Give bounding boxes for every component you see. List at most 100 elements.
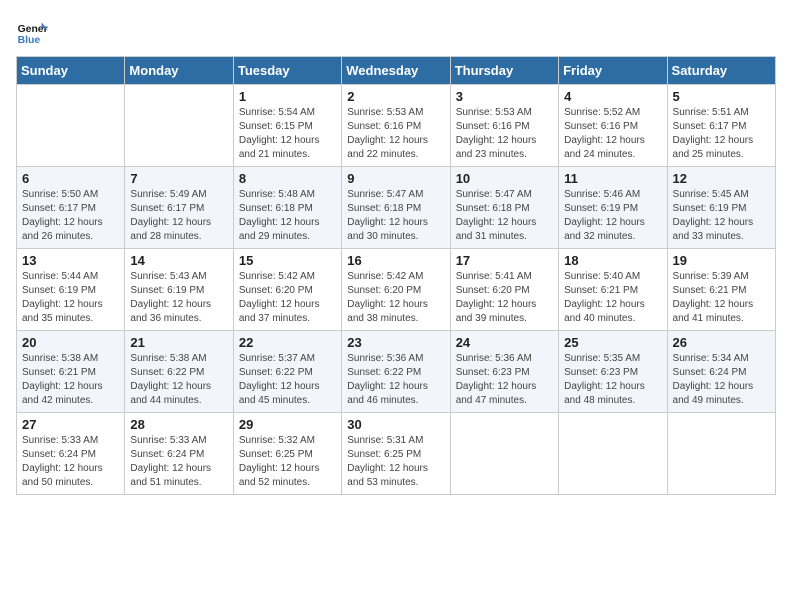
calendar-cell: 6 Sunrise: 5:50 AM Sunset: 6:17 PM Daylig… [17, 167, 125, 249]
day-info: Sunrise: 5:35 AM Sunset: 6:23 PM Dayligh… [564, 352, 661, 408]
weekday-header-friday: Friday [559, 57, 667, 85]
weekday-header-saturday: Saturday [667, 57, 775, 85]
calendar-cell: 8Sunrise: 5:48 AM Sunset: 6:18 PM Daylig… [233, 167, 341, 249]
calendar-cell: 29 Sunrise: 5:32 AM Sunset: 6:25 PM Dayli… [233, 413, 341, 495]
day-info: Sunrise: 5:33 AM Sunset: 6:24 PM Dayligh… [22, 434, 119, 490]
day-number: 26 [673, 335, 770, 350]
day-info: Sunrise: 5:44 AM Sunset: 6:19 PM Dayligh… [22, 270, 119, 326]
calendar-cell: 9 Sunrise: 5:47 AM Sunset: 6:18 PM Daylig… [342, 167, 450, 249]
day-info: Sunrise: 5:36 AM Sunset: 6:23 PM Dayligh… [456, 352, 553, 408]
day-info: Sunrise: 5:49 AM Sunset: 6:17 PM Dayligh… [130, 188, 227, 244]
weekday-header-wednesday: Wednesday [342, 57, 450, 85]
calendar-cell: 2Sunrise: 5:53 AM Sunset: 6:16 PM Daylig… [342, 85, 450, 167]
day-info: Sunrise: 5:53 AM Sunset: 6:16 PM Dayligh… [456, 106, 553, 162]
day-info: Sunrise: 5:33 AM Sunset: 6:24 PM Dayligh… [130, 434, 227, 490]
calendar-cell [125, 85, 233, 167]
weekday-header-monday: Monday [125, 57, 233, 85]
day-info: Sunrise: 5:47 AM Sunset: 6:18 PM Dayligh… [347, 188, 444, 244]
calendar-cell: 4 Sunrise: 5:52 AM Sunset: 6:16 PM Daylig… [559, 85, 667, 167]
week-row-4: 20 Sunrise: 5:38 AM Sunset: 6:21 PM Dayli… [17, 331, 776, 413]
calendar-table: SundayMondayTuesdayWednesdayThursdayFrid… [16, 56, 776, 495]
day-info: Sunrise: 5:36 AM Sunset: 6:22 PM Dayligh… [347, 352, 444, 408]
weekday-header-tuesday: Tuesday [233, 57, 341, 85]
page-header: General Blue [16, 16, 776, 48]
calendar-cell: 11Sunrise: 5:46 AM Sunset: 6:19 PM Dayli… [559, 167, 667, 249]
day-number: 15 [239, 253, 336, 268]
day-number: 9 [347, 171, 444, 186]
day-number: 11 [564, 171, 661, 186]
calendar-cell: 12Sunrise: 5:45 AM Sunset: 6:19 PM Dayli… [667, 167, 775, 249]
week-row-5: 27 Sunrise: 5:33 AM Sunset: 6:24 PM Dayli… [17, 413, 776, 495]
day-info: Sunrise: 5:40 AM Sunset: 6:21 PM Dayligh… [564, 270, 661, 326]
day-info: Sunrise: 5:50 AM Sunset: 6:17 PM Dayligh… [22, 188, 119, 244]
calendar-cell: 18 Sunrise: 5:40 AM Sunset: 6:21 PM Dayli… [559, 249, 667, 331]
calendar-cell: 26 Sunrise: 5:34 AM Sunset: 6:24 PM Dayli… [667, 331, 775, 413]
day-info: Sunrise: 5:31 AM Sunset: 6:25 PM Dayligh… [347, 434, 444, 490]
calendar-cell [559, 413, 667, 495]
day-number: 13 [22, 253, 119, 268]
calendar-cell: 23 Sunrise: 5:36 AM Sunset: 6:22 PM Dayli… [342, 331, 450, 413]
calendar-cell: 3 Sunrise: 5:53 AM Sunset: 6:16 PM Daylig… [450, 85, 558, 167]
calendar-cell: 16 Sunrise: 5:42 AM Sunset: 6:20 PM Dayli… [342, 249, 450, 331]
day-number: 17 [456, 253, 553, 268]
calendar-cell [667, 413, 775, 495]
day-number: 6 [22, 171, 119, 186]
day-number: 25 [564, 335, 661, 350]
calendar-cell: 15 Sunrise: 5:42 AM Sunset: 6:20 PM Dayli… [233, 249, 341, 331]
day-info: Sunrise: 5:42 AM Sunset: 6:20 PM Dayligh… [239, 270, 336, 326]
calendar-cell: 17 Sunrise: 5:41 AM Sunset: 6:20 PM Dayli… [450, 249, 558, 331]
week-row-3: 13 Sunrise: 5:44 AM Sunset: 6:19 PM Dayli… [17, 249, 776, 331]
day-info: Sunrise: 5:34 AM Sunset: 6:24 PM Dayligh… [673, 352, 770, 408]
logo-icon: General Blue [16, 16, 48, 48]
day-number: 21 [130, 335, 227, 350]
day-number: 23 [347, 335, 444, 350]
calendar-cell [450, 413, 558, 495]
calendar-cell [17, 85, 125, 167]
day-number: 14 [130, 253, 227, 268]
day-number: 3 [456, 89, 553, 104]
calendar-cell: 27 Sunrise: 5:33 AM Sunset: 6:24 PM Dayli… [17, 413, 125, 495]
day-info: Sunrise: 5:37 AM Sunset: 6:22 PM Dayligh… [239, 352, 336, 408]
day-info: Sunrise: 5:38 AM Sunset: 6:21 PM Dayligh… [22, 352, 119, 408]
day-number: 19 [673, 253, 770, 268]
calendar-cell: 19Sunrise: 5:39 AM Sunset: 6:21 PM Dayli… [667, 249, 775, 331]
day-info: Sunrise: 5:47 AM Sunset: 6:18 PM Dayligh… [456, 188, 553, 244]
day-info: Sunrise: 5:43 AM Sunset: 6:19 PM Dayligh… [130, 270, 227, 326]
day-number: 28 [130, 417, 227, 432]
calendar-cell: 30Sunrise: 5:31 AM Sunset: 6:25 PM Dayli… [342, 413, 450, 495]
calendar-cell: 21 Sunrise: 5:38 AM Sunset: 6:22 PM Dayli… [125, 331, 233, 413]
day-number: 1 [239, 89, 336, 104]
calendar-cell: 25 Sunrise: 5:35 AM Sunset: 6:23 PM Dayli… [559, 331, 667, 413]
weekday-header-row: SundayMondayTuesdayWednesdayThursdayFrid… [17, 57, 776, 85]
day-info: Sunrise: 5:32 AM Sunset: 6:25 PM Dayligh… [239, 434, 336, 490]
logo: General Blue [16, 16, 52, 48]
day-number: 4 [564, 89, 661, 104]
day-info: Sunrise: 5:51 AM Sunset: 6:17 PM Dayligh… [673, 106, 770, 162]
weekday-header-thursday: Thursday [450, 57, 558, 85]
day-info: Sunrise: 5:54 AM Sunset: 6:15 PM Dayligh… [239, 106, 336, 162]
day-number: 10 [456, 171, 553, 186]
day-number: 7 [130, 171, 227, 186]
calendar-cell: 7 Sunrise: 5:49 AM Sunset: 6:17 PM Daylig… [125, 167, 233, 249]
day-info: Sunrise: 5:38 AM Sunset: 6:22 PM Dayligh… [130, 352, 227, 408]
day-number: 16 [347, 253, 444, 268]
day-info: Sunrise: 5:52 AM Sunset: 6:16 PM Dayligh… [564, 106, 661, 162]
day-number: 8 [239, 171, 336, 186]
day-number: 20 [22, 335, 119, 350]
day-number: 12 [673, 171, 770, 186]
day-number: 29 [239, 417, 336, 432]
day-number: 5 [673, 89, 770, 104]
day-number: 18 [564, 253, 661, 268]
calendar-cell: 22 Sunrise: 5:37 AM Sunset: 6:22 PM Dayli… [233, 331, 341, 413]
day-info: Sunrise: 5:42 AM Sunset: 6:20 PM Dayligh… [347, 270, 444, 326]
week-row-2: 6 Sunrise: 5:50 AM Sunset: 6:17 PM Daylig… [17, 167, 776, 249]
day-info: Sunrise: 5:41 AM Sunset: 6:20 PM Dayligh… [456, 270, 553, 326]
svg-text:Blue: Blue [18, 35, 41, 46]
calendar-cell: 20 Sunrise: 5:38 AM Sunset: 6:21 PM Dayli… [17, 331, 125, 413]
day-number: 2 [347, 89, 444, 104]
day-number: 22 [239, 335, 336, 350]
day-number: 27 [22, 417, 119, 432]
weekday-header-sunday: Sunday [17, 57, 125, 85]
week-row-1: 1 Sunrise: 5:54 AM Sunset: 6:15 PM Daylig… [17, 85, 776, 167]
calendar-cell: 10 Sunrise: 5:47 AM Sunset: 6:18 PM Dayli… [450, 167, 558, 249]
